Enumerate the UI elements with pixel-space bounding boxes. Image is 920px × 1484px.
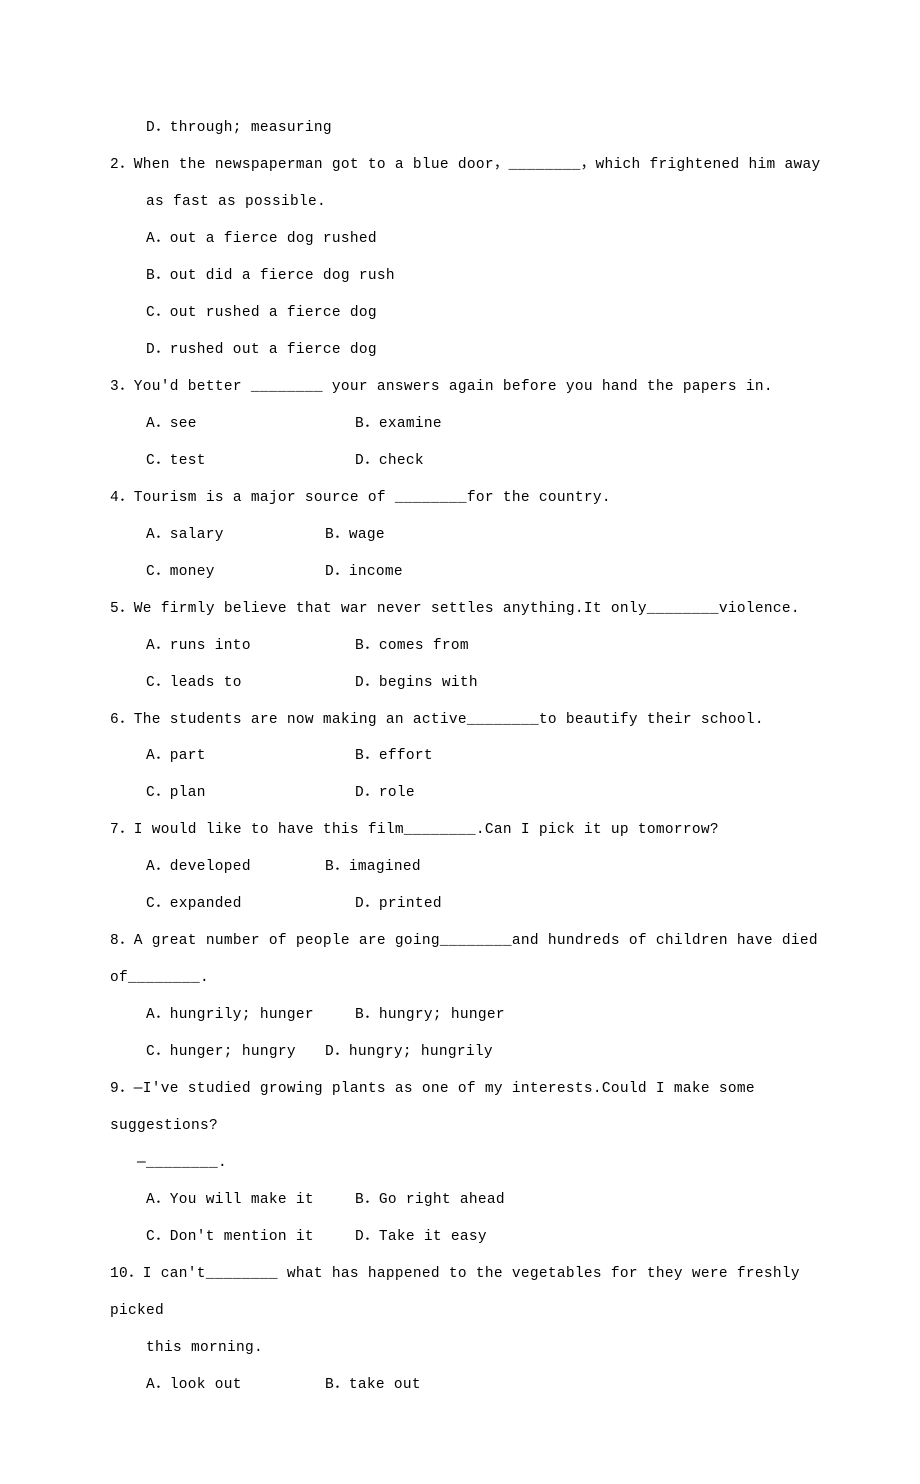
q4-option-a: A．salary [146, 517, 316, 554]
q2-option-c: C．out rushed a fierce dog [110, 295, 840, 332]
q7-option-a: A．developed [146, 849, 316, 886]
q2-option-d: D．rushed out a fierce dog [110, 332, 840, 369]
question-9: 9．—I've studied growing plants as one of… [110, 1071, 840, 1256]
q7-option-d: D．printed [355, 896, 442, 912]
q7-option-b: B．imagined [325, 859, 421, 875]
question-3: 3．You'd better ________ your answers aga… [110, 369, 840, 480]
q9-option-d: D．Take it easy [355, 1229, 487, 1245]
q9-options-row-2: C．Don't mention it D．Take it easy [110, 1219, 840, 1256]
q9-option-a: A．You will make it [146, 1182, 346, 1219]
q6-option-a: A．part [146, 738, 346, 775]
q6-option-b: B．effort [355, 748, 433, 764]
q4-option-d: D．income [325, 564, 403, 580]
q6-options-row-2: C．plan D．role [110, 775, 840, 812]
question-10: 10．I can't________ what has happened to … [110, 1256, 840, 1404]
q4-options-row-1: A．salary B．wage [110, 517, 840, 554]
q5-options-row-2: C．leads to D．begins with [110, 665, 840, 702]
q3-option-c: C．test [146, 443, 346, 480]
q9-prompt-reply: —________. [110, 1145, 840, 1182]
q5-options-row-1: A．runs into B．comes from [110, 628, 840, 665]
q1-option-d: D．through; measuring [110, 110, 840, 147]
q3-prompt: 3．You'd better ________ your answers aga… [110, 369, 840, 406]
question-5: 5．We firmly believe that war never settl… [110, 591, 840, 702]
q9-options-row-1: A．You will make it B．Go right ahead [110, 1182, 840, 1219]
q2-prompt-cont: as fast as possible. [110, 184, 840, 221]
q7-options-row-2: C．expanded D．printed [110, 886, 840, 923]
q8-prompt: 8．A great number of people are going____… [110, 923, 840, 960]
q3-options-row-2: C．test D．check [110, 443, 840, 480]
q7-options-row-1: A．developed B．imagined [110, 849, 840, 886]
q9-option-c: C．Don't mention it [146, 1219, 346, 1256]
q3-option-d: D．check [355, 453, 424, 469]
q5-prompt: 5．We firmly believe that war never settl… [110, 591, 840, 628]
question-6: 6．The students are now making an active_… [110, 702, 840, 813]
q5-option-c: C．leads to [146, 665, 346, 702]
question-1-partial: D．through; measuring [110, 110, 840, 147]
q6-options-row-1: A．part B．effort [110, 738, 840, 775]
q8-option-c: C．hunger; hungry [146, 1034, 316, 1071]
question-2: 2．When the newspaperman got to a blue do… [110, 147, 840, 369]
q6-prompt: 6．The students are now making an active_… [110, 702, 840, 739]
q10-prompt: 10．I can't________ what has happened to … [110, 1256, 840, 1330]
q4-options-row-2: C．money D．income [110, 554, 840, 591]
q5-option-a: A．runs into [146, 628, 346, 665]
q6-option-d: D．role [355, 785, 415, 801]
question-7: 7．I would like to have this film________… [110, 812, 840, 923]
question-8: 8．A great number of people are going____… [110, 923, 840, 1071]
question-4: 4．Tourism is a major source of ________f… [110, 480, 840, 591]
q6-option-c: C．plan [146, 775, 346, 812]
q7-prompt: 7．I would like to have this film________… [110, 812, 840, 849]
q3-option-a: A．see [146, 406, 346, 443]
q3-options-row-1: A．see B．examine [110, 406, 840, 443]
q9-prompt: 9．—I've studied growing plants as one of… [110, 1071, 840, 1108]
q10-options-row-1: A．look out B．take out [110, 1367, 840, 1404]
q9-prompt-cont: suggestions? [110, 1108, 840, 1145]
q5-option-d: D．begins with [355, 675, 478, 691]
q4-option-b: B．wage [325, 527, 385, 543]
q2-prompt: 2．When the newspaperman got to a blue do… [110, 147, 840, 184]
q5-option-b: B．comes from [355, 638, 469, 654]
q7-option-c: C．expanded [146, 886, 346, 923]
q4-prompt: 4．Tourism is a major source of ________f… [110, 480, 840, 517]
q8-option-d: D．hungry; hungrily [325, 1044, 493, 1060]
q10-option-a: A．look out [146, 1367, 316, 1404]
q3-option-b: B．examine [355, 416, 442, 432]
q8-option-a: A．hungrily; hunger [146, 997, 346, 1034]
q8-options-row-2: C．hunger; hungry D．hungry; hungrily [110, 1034, 840, 1071]
q4-option-c: C．money [146, 554, 316, 591]
q9-option-b: B．Go right ahead [355, 1192, 505, 1208]
q8-option-b: B．hungry; hunger [355, 1007, 505, 1023]
q10-prompt-cont: this morning. [110, 1330, 840, 1367]
q8-options-row-1: A．hungrily; hunger B．hungry; hunger [110, 997, 840, 1034]
q2-option-b: B．out did a fierce dog rush [110, 258, 840, 295]
q8-prompt-cont: of________. [110, 960, 840, 997]
q10-option-b: B．take out [325, 1377, 421, 1393]
q2-option-a: A．out a fierce dog rushed [110, 221, 840, 258]
